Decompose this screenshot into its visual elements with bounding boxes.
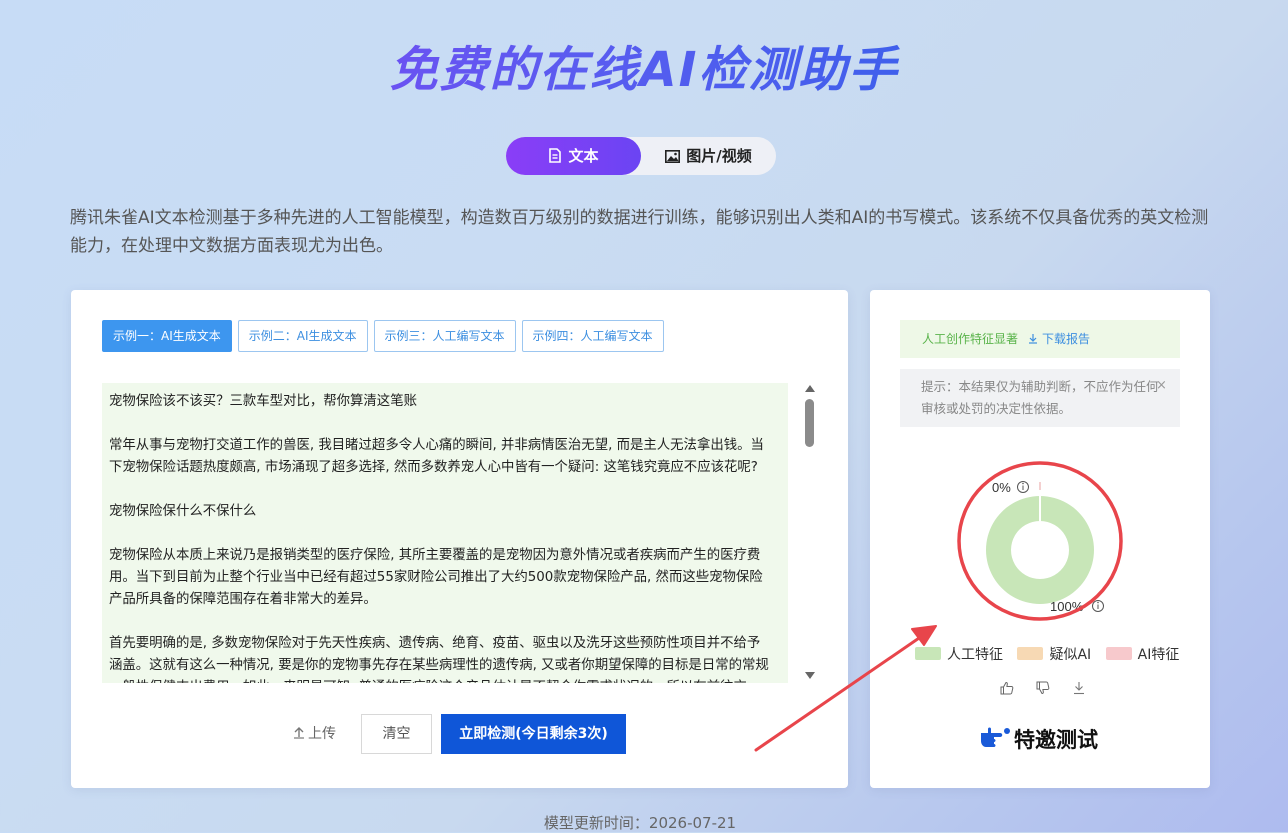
document-icon	[549, 148, 562, 163]
tab-text[interactable]: 文本	[506, 137, 641, 175]
legend-label: AI特征	[1137, 647, 1180, 663]
legend-swatch	[1017, 647, 1044, 660]
tab-image-video[interactable]: 图片/视频	[641, 137, 776, 175]
download-icon[interactable]	[1072, 681, 1086, 695]
legend-item: AI特征	[1105, 644, 1180, 664]
info-icon[interactable]	[1017, 481, 1029, 493]
intro-description: 腾讯朱雀AI文本检测基于多种先进的人工智能模型，构造数百万级别的数据进行训练，能…	[70, 208, 1209, 256]
invite-test-label: 特邀测试	[1014, 728, 1098, 752]
tab-text-label: 文本	[568, 147, 599, 165]
legend-swatch	[915, 647, 941, 660]
result-card: 人工创作特征显著 下载报告 提示：本结果仅为辅助判断，不应作为任何审核或处罚的决…	[870, 290, 1210, 788]
upload-button[interactable]: 上传	[293, 714, 336, 754]
model-update-time: 模型更新时间：2026-07-21	[543, 814, 737, 832]
legend-label: 疑似AI	[1049, 647, 1092, 663]
text-input-card: 示例一：AI生成文本 示例二：AI生成文本 示例三：人工编写文本 示例四：人工编写文本…	[71, 290, 848, 788]
thumbs-up-icon[interactable]	[1000, 681, 1014, 695]
tab-image-video-label: 图片/视频	[686, 147, 752, 165]
invite-test-badge[interactable]: 特邀测试	[978, 724, 1098, 754]
page-title: 免费的在线AI检测助手	[0, 30, 1288, 100]
example-button-4[interactable]: 示例四：人工编写文本	[521, 320, 664, 352]
example-button-1[interactable]: 示例一：AI生成文本	[102, 320, 232, 352]
image-icon	[665, 150, 681, 163]
thumbs-down-icon[interactable]	[1036, 681, 1050, 695]
text-paragraph: 首先要明确的是, 多数宠物保险对于先天性疾病、遗传病、绝育、疫苗、驱虫以及洗牙这…	[109, 636, 769, 683]
text-paragraph: 宠物保险保什么不保什么	[109, 504, 257, 519]
action-bar: 上传 清空 立即检测(今日剩余3次)	[71, 714, 848, 754]
detect-button[interactable]: 立即检测(今日剩余3次)	[441, 714, 626, 754]
mode-switch: 文本 图片/视频	[506, 137, 776, 175]
result-donut-chart: 0% 100%	[957, 461, 1123, 621]
text-scrollbar[interactable]	[800, 383, 820, 683]
example-button-3[interactable]: 示例三：人工编写文本	[373, 320, 516, 352]
legend-item: 疑似AI	[1017, 644, 1091, 664]
legend-label: 人工特征	[947, 647, 1003, 663]
legend-swatch	[1105, 647, 1132, 660]
pointing-hand-icon	[981, 727, 1010, 747]
text-paragraph: 宠物保险从本质上来说乃是报销类型的医疗保险, 其所主要覆盖的是宠物因为意外情况或…	[109, 548, 763, 607]
text-input-area[interactable]: 宠物保险该不该买？三款车型对比，帮你算清这笔账 常年从事与宠物打交道工作的兽医,…	[102, 383, 788, 683]
scroll-down-icon[interactable]	[805, 672, 815, 679]
scroll-up-icon[interactable]	[805, 385, 815, 392]
clear-button[interactable]: 清空	[361, 714, 432, 754]
example-button-2[interactable]: 示例二：AI生成文本	[237, 320, 368, 352]
feedback-bar	[1000, 680, 1108, 699]
text-paragraph: 宠物保险该不该买？三款车型对比，帮你算清这笔账	[109, 394, 417, 409]
chart-legend: 人工特征 疑似AI AI特征	[915, 644, 1189, 664]
upload-icon	[294, 727, 304, 739]
legend-item: 人工特征	[915, 644, 1003, 664]
scroll-thumb[interactable]	[805, 399, 814, 447]
example-buttons: 示例一：AI生成文本 示例二：AI生成文本 示例三：人工编写文本 示例四：人工编写文本	[102, 320, 670, 352]
info-icon[interactable]	[1092, 600, 1104, 612]
upload-label: 上传	[308, 726, 336, 742]
ai-percent-label: 0%	[992, 480, 1011, 495]
text-paragraph: 常年从事与宠物打交道工作的兽医, 我目睹过超多令人心痛的瞬间, 并非病情医治无望…	[109, 438, 764, 475]
human-percent-label: 100%	[1050, 599, 1084, 614]
